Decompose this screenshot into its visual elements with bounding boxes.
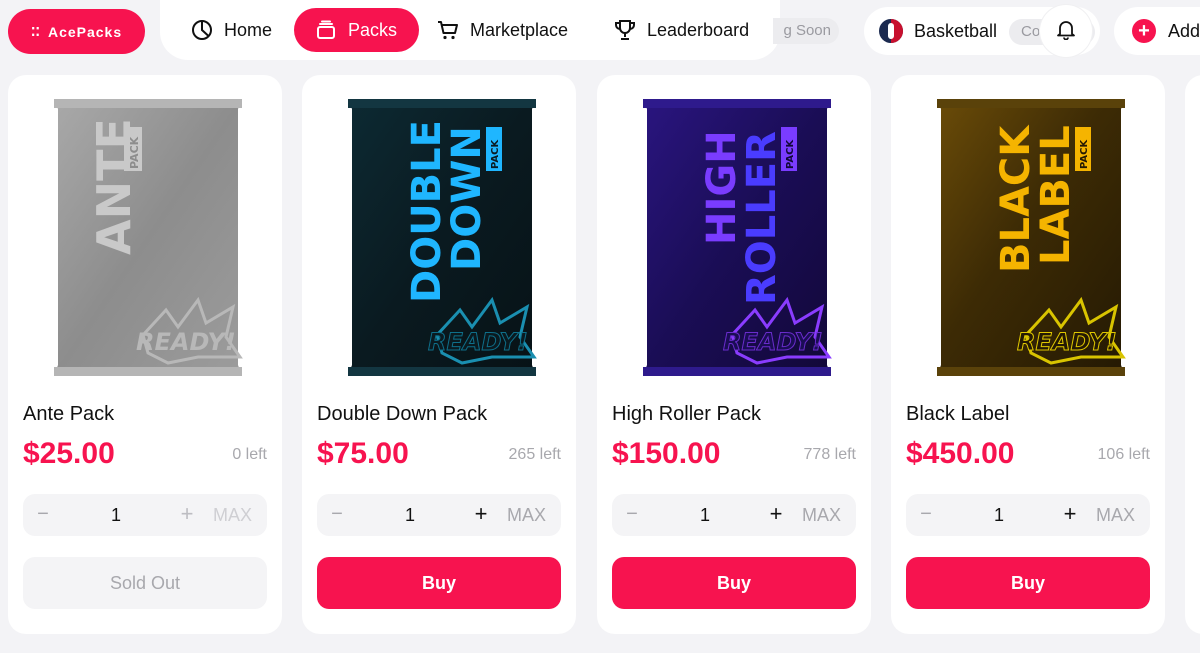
pack-badge: PACK	[1079, 139, 1090, 169]
quantity-stepper: − 1 + MAX	[906, 494, 1150, 536]
cards-stack-icon	[314, 18, 338, 42]
pack-price: $25.00	[23, 437, 115, 470]
nav-packs-label: Packs	[348, 19, 398, 40]
max-button[interactable]: MAX	[507, 505, 546, 526]
sport-label: Basketball	[914, 21, 998, 41]
bell-icon	[1055, 18, 1077, 45]
pack-stamp: READY!	[1017, 328, 1117, 356]
nav-leaderboard-label: Leaderboard	[647, 19, 750, 40]
add-funds-label: Add	[1168, 20, 1200, 41]
pack-card: HIGH ROLLER PACK READY! High Roller Pack…	[597, 75, 871, 634]
pack-name: Black Label	[906, 403, 1010, 425]
pack-stamp: READY!	[723, 328, 823, 356]
nav-home[interactable]: Home	[190, 8, 272, 52]
add-funds-button[interactable]: + Add	[1114, 7, 1200, 55]
quantity-value[interactable]: 1	[695, 505, 715, 526]
pack-image: ANTE PACK READY!	[54, 99, 243, 376]
top-bar: ⁚⁚ AcePacks Home Packs Marketplace Leade…	[0, 0, 1200, 62]
remaining-count: 265 left	[508, 446, 561, 463]
pack-badge: PACK	[785, 139, 796, 169]
pack-badge: PACK	[128, 136, 141, 169]
pack-price: $450.00	[906, 437, 1015, 470]
pack-stamp: READY!	[136, 328, 236, 356]
pack-image: DOUBLE DOWN PACK READY!	[348, 99, 537, 376]
nav-leaderboard[interactable]: Leaderboard	[613, 8, 749, 52]
increment-button[interactable]: +	[767, 503, 785, 525]
pack-image: BLACK LABEL PACK READY!	[937, 99, 1126, 376]
quantity-value[interactable]: 1	[106, 505, 126, 526]
buy-button[interactable]: Buy	[612, 557, 856, 609]
sold-out-button[interactable]: Sold Out	[23, 557, 267, 609]
quantity-stepper: − 1 + MAX	[612, 494, 856, 536]
pack-badge: PACK	[490, 139, 501, 169]
pack-title-line2: LABEL	[1033, 125, 1079, 265]
logo-mark-icon: ⁚⁚	[30, 24, 40, 39]
remaining-count: 0 left	[232, 446, 267, 463]
pack-title-line2: DOWN	[444, 126, 490, 271]
nav-marketplace[interactable]: Marketplace	[436, 8, 568, 52]
decrement-button[interactable]: −	[624, 504, 640, 524]
trophy-icon	[613, 18, 637, 42]
increment-button[interactable]: +	[472, 503, 490, 525]
notifications-button[interactable]	[1040, 5, 1092, 57]
remaining-count: 778 left	[803, 446, 856, 463]
pack-name: Double Down Pack	[317, 403, 488, 425]
max-button[interactable]: MAX	[213, 505, 252, 526]
coming-soon-badge: g Soon	[773, 18, 839, 44]
buy-button[interactable]: Buy	[317, 557, 561, 609]
quantity-value[interactable]: 1	[989, 505, 1009, 526]
quantity-stepper: − 1 + MAX	[23, 494, 267, 536]
pack-card: ANTE PACK READY! Ante Pack $25.00 0 left…	[8, 75, 282, 634]
main-nav: Home Packs Marketplace Leaderboard	[160, 0, 780, 60]
pack-title-line2: ROLLER	[739, 131, 785, 305]
nav-marketplace-label: Marketplace	[470, 19, 569, 40]
quantity-value[interactable]: 1	[400, 505, 420, 526]
brand-logo-text: AcePacks	[47, 23, 123, 40]
increment-button[interactable]: +	[178, 503, 196, 525]
increment-button[interactable]: +	[1061, 503, 1079, 525]
pie-chart-icon	[190, 18, 214, 42]
pack-card-partial	[1185, 75, 1200, 634]
pack-name: Ante Pack	[23, 403, 115, 425]
pack-image: HIGH ROLLER PACK READY!	[643, 99, 832, 376]
decrement-button[interactable]: −	[35, 504, 51, 524]
pack-stamp: READY!	[428, 328, 528, 356]
shopping-cart-icon	[436, 18, 460, 42]
pack-card: BLACK LABEL PACK READY! Black Label $450…	[891, 75, 1165, 634]
pack-name: High Roller Pack	[612, 403, 761, 425]
max-button[interactable]: MAX	[802, 505, 841, 526]
decrement-button[interactable]: −	[329, 504, 345, 524]
decrement-button[interactable]: −	[918, 504, 934, 524]
max-button[interactable]: MAX	[1096, 505, 1135, 526]
nav-home-label: Home	[224, 19, 273, 40]
nav-packs[interactable]: Packs	[294, 8, 420, 52]
buy-button[interactable]: Buy	[906, 557, 1150, 609]
brand-logo[interactable]: ⁚⁚ AcePacks	[8, 9, 145, 54]
pack-price: $75.00	[317, 437, 409, 470]
plus-icon: +	[1132, 19, 1156, 43]
nba-logo-icon	[879, 19, 903, 43]
pack-price: $150.00	[612, 437, 721, 470]
remaining-count: 106 left	[1097, 446, 1150, 463]
quantity-stepper: − 1 + MAX	[317, 494, 561, 536]
pack-card: DOUBLE DOWN PACK READY! Double Down Pack…	[302, 75, 576, 634]
